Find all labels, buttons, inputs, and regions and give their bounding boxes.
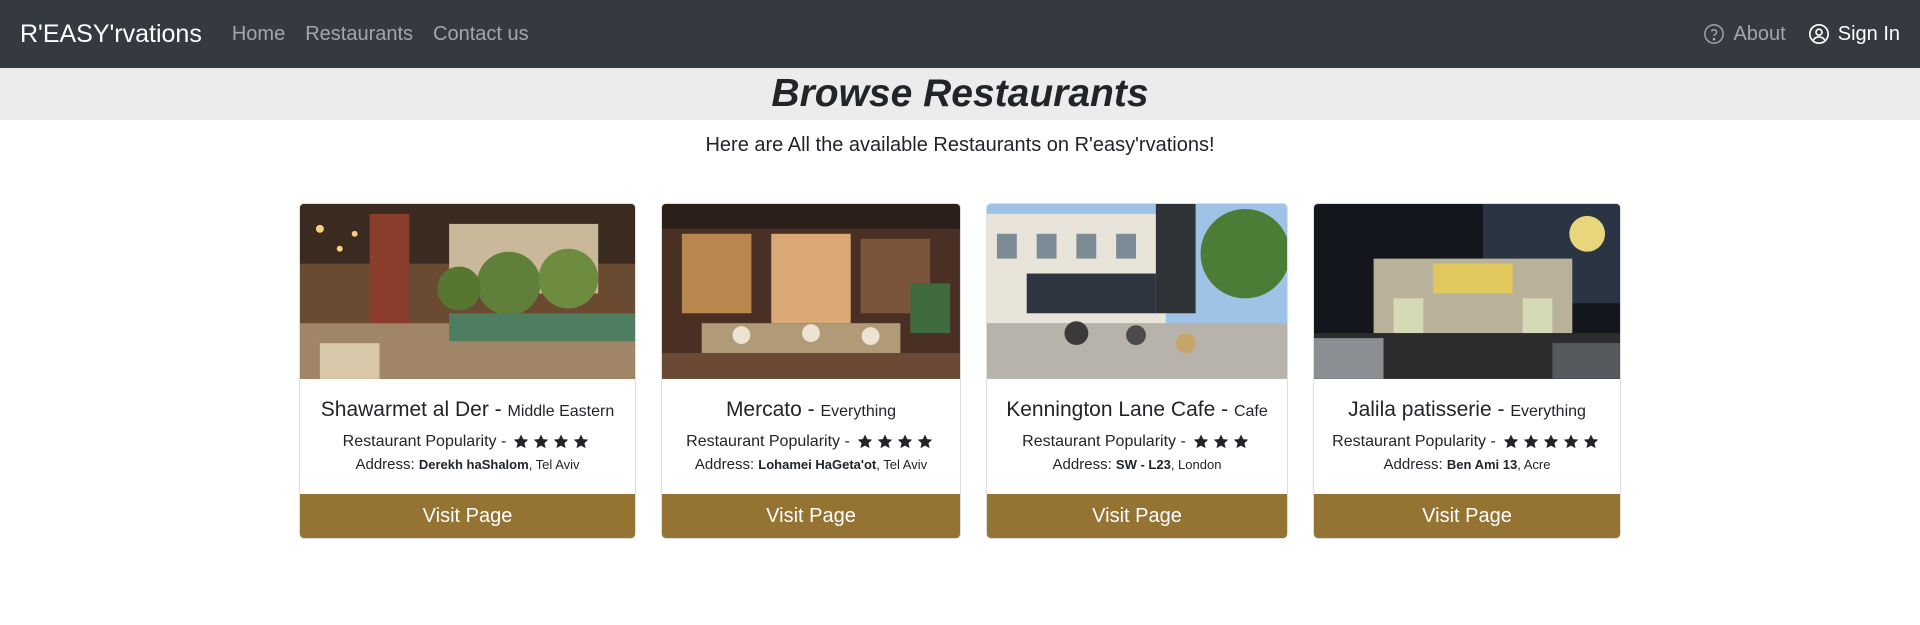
restaurant-card-list: Shawarmet al Der - Middle Eastern Restau… (0, 203, 1920, 539)
popularity-row: Restaurant Popularity - (1314, 433, 1620, 451)
restaurant-image[interactable] (1314, 204, 1620, 380)
address-city: , London (1170, 457, 1222, 472)
popularity-row: Restaurant Popularity - (987, 433, 1287, 451)
question-circle-icon (1704, 24, 1725, 44)
address-city: , Acre (1517, 457, 1551, 472)
star-icon (877, 434, 893, 449)
brand-logo-link[interactable]: R'EASY'rvations (20, 20, 202, 49)
sign-in-link[interactable]: Sign In (1808, 23, 1900, 46)
star-icon (554, 434, 569, 449)
address-city: , Tel Aviv (876, 457, 928, 472)
star-icon (1523, 434, 1539, 449)
popularity-row: Restaurant Popularity - (300, 433, 635, 451)
address-label: Address: (355, 456, 419, 473)
address-row: Address: Derekh haShalom, Tel Aviv (300, 456, 635, 473)
address-street: Derekh haShalom (418, 457, 529, 472)
restaurant-name: Jalila patisserie (1348, 398, 1492, 421)
visit-page-button[interactable]: Visit Page (987, 494, 1287, 538)
restaurant-card: Shawarmet al Der - Middle Eastern Restau… (299, 203, 636, 539)
star-icon (1563, 434, 1579, 449)
popularity-label: Restaurant Popularity - (1022, 433, 1186, 450)
star-icon (534, 434, 549, 449)
address-street: Lohamei HaGeta'ot (758, 457, 877, 472)
restaurant-card: Jalila patisserie - Everything Restauran… (1313, 203, 1621, 539)
restaurant-title: Kennington Lane Cafe - Cafe (987, 398, 1287, 422)
restaurant-title: Shawarmet al Der - Middle Eastern (300, 398, 635, 422)
address-row: Address: Ben Ami 13, Acre (1314, 456, 1620, 473)
restaurant-title: Mercato - Everything (662, 398, 960, 422)
restaurant-cuisine: Everything (820, 403, 897, 420)
nav-right: About Sign In (1681, 23, 1900, 46)
nav-link-restaurants[interactable]: Restaurants (305, 23, 413, 46)
restaurant-card: Kennington Lane Cafe - Cafe Restaurant P… (986, 203, 1288, 539)
star-icon (1583, 434, 1599, 449)
title-band: Browse Restaurants (0, 68, 1920, 120)
popularity-label: Restaurant Popularity - (686, 433, 850, 450)
visit-page-button[interactable]: Visit Page (300, 494, 635, 538)
title-separator: - (1215, 398, 1234, 421)
star-icon (1193, 434, 1209, 449)
about-link[interactable]: About (1703, 22, 1786, 46)
star-rating (512, 433, 592, 451)
restaurant-name: Shawarmet al Der (320, 398, 489, 421)
star-rating (1192, 433, 1252, 451)
address-label: Address: (694, 456, 759, 473)
restaurant-image[interactable] (662, 204, 960, 380)
nav-link-home[interactable]: Home (232, 23, 285, 46)
star-icon (897, 434, 913, 449)
popularity-label: Restaurant Popularity - (1332, 433, 1496, 450)
visit-page-button[interactable]: Visit Page (1314, 494, 1620, 538)
star-icon (917, 434, 933, 449)
star-icon (1543, 434, 1559, 449)
card-body: Shawarmet al Der - Middle Eastern Restau… (300, 380, 635, 494)
restaurant-cuisine: Everything (1510, 403, 1586, 420)
restaurant-image[interactable] (300, 204, 635, 380)
popularity-row: Restaurant Popularity - (662, 433, 960, 451)
page-subtitle: Here are All the available Restaurants o… (705, 134, 1215, 156)
star-icon (514, 434, 529, 449)
star-icon (574, 434, 589, 449)
restaurant-cuisine: Middle Eastern (507, 403, 615, 420)
address-street: Ben Ami 13 (1446, 457, 1518, 472)
title-separator: - (488, 398, 508, 421)
card-body: Mercato - Everything Restaurant Populari… (662, 380, 960, 494)
address-city: , Tel Aviv (528, 457, 580, 472)
nav-link-contact[interactable]: Contact us (433, 23, 529, 46)
user-circle-icon (1808, 24, 1829, 44)
star-rating (1502, 433, 1602, 451)
card-body: Kennington Lane Cafe - Cafe Restaurant P… (987, 380, 1287, 494)
sign-in-label: Sign In (1837, 22, 1900, 45)
card-body: Jalila patisserie - Everything Restauran… (1314, 380, 1620, 494)
navbar: R'EASY'rvations Home Restaurants Contact… (0, 0, 1920, 68)
visit-page-button[interactable]: Visit Page (662, 494, 960, 538)
restaurant-cuisine: Cafe (1233, 403, 1268, 420)
star-icon (1213, 434, 1229, 449)
restaurant-name: Mercato (725, 398, 802, 421)
address-street: SW - L23 (1115, 457, 1171, 472)
nav-left: R'EASY'rvations Home Restaurants Contact… (20, 20, 549, 49)
page-title: Browse Restaurants (771, 72, 1149, 115)
address-label: Address: (1383, 456, 1447, 473)
address-row: Address: Lohamei HaGeta'ot, Tel Aviv (662, 456, 960, 473)
address-row: Address: SW - L23, London (987, 456, 1287, 473)
star-rating (856, 433, 936, 451)
popularity-label: Restaurant Popularity - (342, 433, 507, 450)
address-label: Address: (1052, 456, 1116, 473)
restaurant-card: Mercato - Everything Restaurant Populari… (661, 203, 961, 539)
restaurant-image[interactable] (987, 204, 1287, 380)
title-separator: - (1491, 398, 1511, 421)
title-separator: - (801, 398, 821, 421)
star-icon (857, 434, 873, 449)
about-label: About (1733, 22, 1786, 45)
star-icon (1503, 434, 1519, 449)
star-icon (1233, 434, 1249, 449)
restaurant-title: Jalila patisserie - Everything (1314, 398, 1620, 422)
restaurant-name: Kennington Lane Cafe (1006, 398, 1216, 421)
